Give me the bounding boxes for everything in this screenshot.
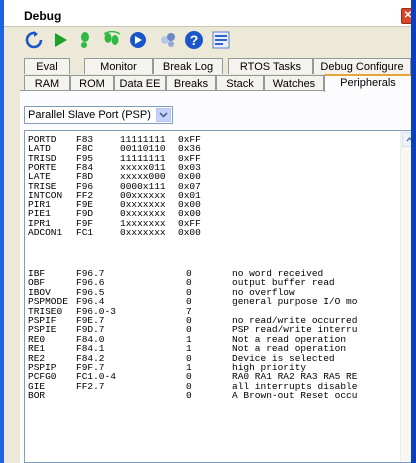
tab-debug-configure[interactable]: Debug Configure [313,58,411,74]
debug-toolbar: ? [20,28,400,54]
run-icon[interactable] [49,29,71,51]
debug-window: Debug ✕ ? Eval Monitor Break Log RTOS Ta… [0,0,411,463]
options-icon[interactable] [210,29,232,51]
vertical-scrollbar[interactable] [400,131,411,462]
tab-ram[interactable]: RAM [24,75,70,91]
bit-loc: FF2.7 [76,380,105,392]
tab-rom[interactable]: ROM [70,75,114,91]
register-addr: FC1 [76,227,94,238]
register-name: ADCON1 [28,227,63,238]
title-bar: Debug [4,0,411,27]
scroll-up-arrow-icon[interactable] [402,132,411,147]
step-over-icon[interactable] [101,29,123,51]
window-title: Debug [24,9,62,23]
bit-val: 0 [186,390,192,402]
register-hex: 0x00 [178,227,201,238]
tab-monitor[interactable]: Monitor [84,58,153,74]
window-left-border [0,0,4,463]
animate-icon[interactable] [127,29,149,51]
window-right-border [411,0,416,463]
step-into-icon[interactable] [75,29,97,51]
tab-rtos-tasks[interactable]: RTOS Tasks [228,58,313,74]
register-listbox[interactable]: PORTD F83 11111111 0xFF LATD F8C 00110110 0x36 T… [24,130,411,463]
refresh-icon[interactable] [23,29,45,51]
bit-name: BOR [28,390,46,402]
tab-stack[interactable]: Stack [216,75,264,91]
help-icon[interactable]: ? [183,29,205,51]
tab-row-top: Eval Monitor Break Log RTOS Tasks Debug … [20,58,411,75]
tab-data-ee[interactable]: Data EE [114,75,166,91]
bit-desc: general purpose I/O mo [232,296,358,308]
close-button[interactable]: ✕ [401,8,411,24]
tab-breaks[interactable]: Breaks [166,75,216,91]
peripheral-select-value: Parallel Slave Port (PSP) [28,109,151,121]
tab-break-log[interactable]: Break Log [153,58,223,74]
breakpoints-icon[interactable] [157,29,179,51]
register-bin: 0xxxxxxx [120,227,166,238]
tab-peripherals[interactable]: Peripherals [324,74,411,92]
svg-text:?: ? [190,32,199,48]
tab-eval[interactable]: Eval [24,58,70,74]
peripheral-select[interactable]: Parallel Slave Port (PSP) [24,106,173,124]
tab-watches[interactable]: Watches [264,75,324,91]
chevron-down-icon[interactable] [156,108,171,122]
bit-desc: A Brown-out Reset occu [232,390,358,402]
